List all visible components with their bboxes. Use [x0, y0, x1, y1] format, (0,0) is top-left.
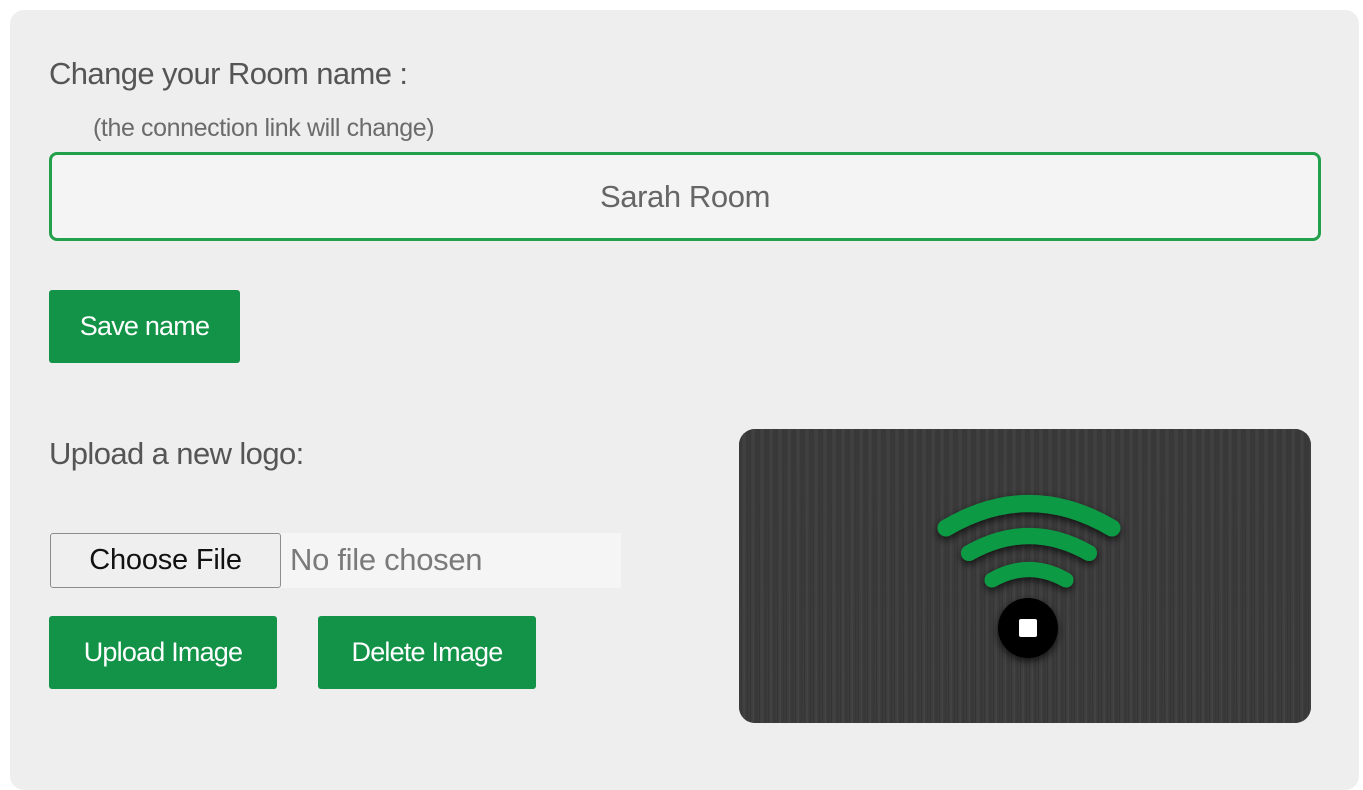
choose-file-button[interactable]: Choose File: [50, 533, 281, 588]
stop-icon: [998, 598, 1058, 658]
file-status-text: No file chosen: [290, 542, 483, 577]
room-name-input[interactable]: [49, 152, 1321, 241]
save-name-button[interactable]: Save name: [49, 290, 240, 363]
delete-image-button[interactable]: Delete Image: [318, 616, 536, 689]
logo-preview-image: [739, 429, 1311, 723]
room-name-heading: Change your Room name :: [49, 56, 408, 91]
upload-logo-heading: Upload a new logo:: [49, 436, 304, 471]
logo-preview: [739, 429, 1311, 723]
upload-image-button[interactable]: Upload Image: [49, 616, 277, 689]
room-name-hint: (the connection link will change): [93, 114, 435, 142]
file-picker[interactable]: Choose File No file chosen: [50, 533, 621, 588]
